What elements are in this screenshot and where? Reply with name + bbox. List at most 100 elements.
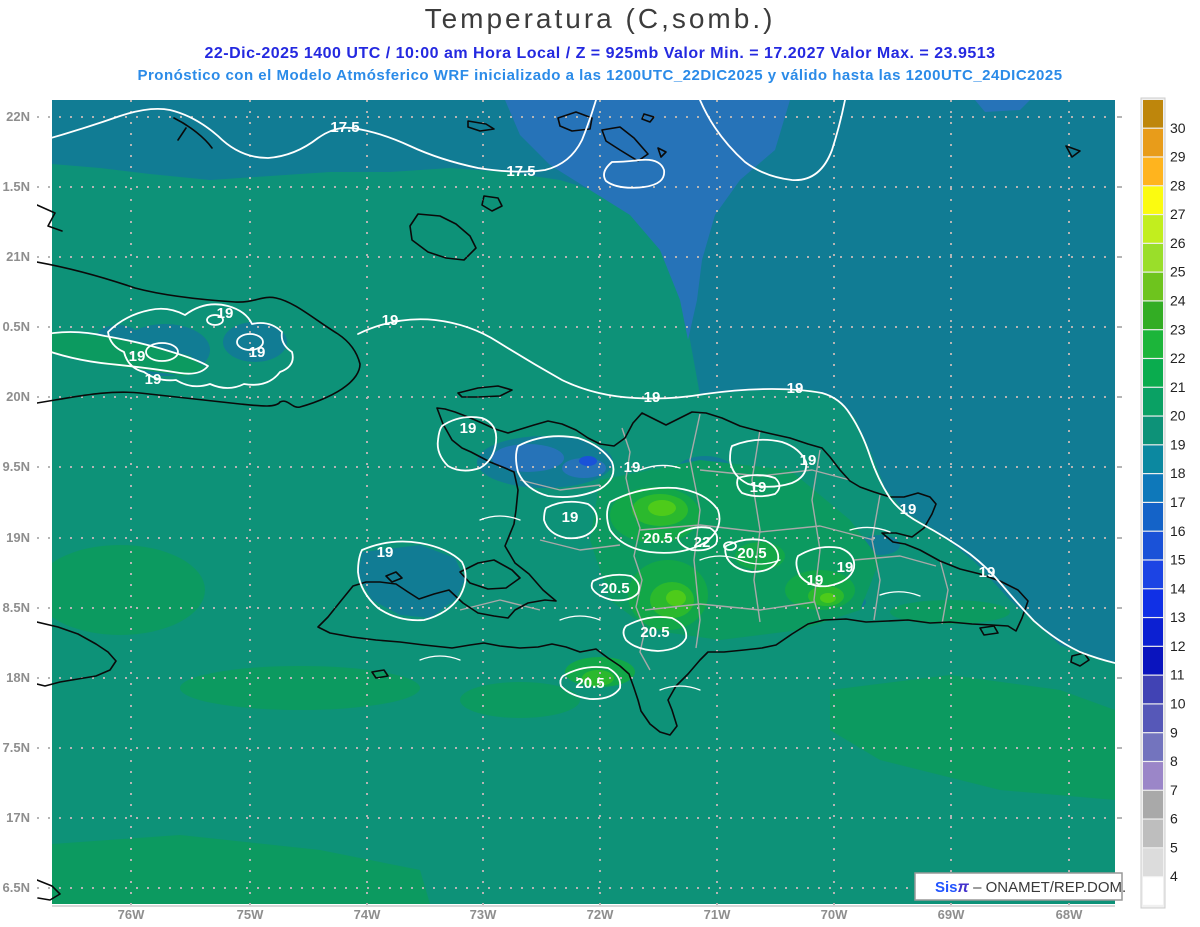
colorbar: 4567891011121314151617181920212223242526…: [1141, 98, 1186, 908]
colorbar-tick-label: 23: [1170, 321, 1186, 337]
colorbar-tick-label: 11: [1170, 667, 1185, 683]
colorbar-tick-label: 24: [1170, 293, 1186, 309]
colorbar-segment: [1143, 733, 1163, 761]
colorbar-segment: [1143, 589, 1163, 617]
lon-tick-label: 76W: [118, 907, 145, 922]
colorbar-segment: [1143, 273, 1163, 301]
colorbar-tick-label: 21: [1170, 379, 1186, 395]
contour-value-label: 19: [837, 559, 854, 576]
watermark-box: Sisπ – ONAMET/REP.DOM.: [915, 873, 1126, 900]
colorbar-tick-label: 16: [1170, 523, 1186, 539]
colorbar-segment: [1143, 532, 1163, 560]
contour-value-label: 19: [644, 389, 661, 406]
colorbar-tick-label: 14: [1170, 580, 1186, 596]
watermark-pi-icon: π: [958, 879, 970, 896]
weather-map-page: Temperatura (C,somb.) 22-Dic-2025 1400 U…: [0, 0, 1200, 927]
contour-value-label: 20.5: [600, 580, 629, 597]
colorbar-tick-label: 20: [1170, 408, 1186, 424]
colorbar-segment: [1143, 417, 1163, 445]
lon-tick-label: 75W: [237, 907, 264, 922]
watermark-brand: Sis: [935, 879, 958, 896]
colorbar-tick-label: 5: [1170, 839, 1178, 855]
contour-value-label: 19: [979, 564, 996, 581]
contour-value-label: 20.5: [737, 545, 766, 562]
contour-value-label: 20.5: [575, 675, 604, 692]
colorbar-segment: [1143, 158, 1163, 186]
colorbar-segment: [1143, 388, 1163, 416]
colorbar-segment: [1143, 215, 1163, 243]
lon-tick-label: 68W: [1056, 907, 1083, 922]
contour-value-label: 19: [562, 509, 579, 526]
svg-text:Sisπ – ONAMET/REP.DOM.: Sisπ – ONAMET/REP.DOM.: [935, 879, 1126, 896]
lat-tick-label: 18N: [6, 670, 30, 685]
lat-tick-label: 1.5N: [3, 179, 30, 194]
contour-value-label: 17.5: [330, 119, 359, 136]
lat-tick-label: 17N: [6, 810, 30, 825]
contour-value-label: 20.5: [643, 530, 672, 547]
colorbar-tick-label: 9: [1170, 724, 1178, 740]
contour-value-label: 19: [382, 312, 399, 329]
lon-tick-label: 74W: [354, 907, 381, 922]
lat-tick-label: 19N: [6, 530, 30, 545]
lat-tick-label: 6.5N: [3, 880, 30, 895]
colorbar-tick-label: 22: [1170, 350, 1186, 366]
contour-value-label: 20.5: [640, 624, 669, 641]
colorbar-tick-label: 19: [1170, 436, 1186, 452]
colorbar-tick-label: 13: [1170, 609, 1186, 625]
colorbar-segment: [1143, 618, 1163, 646]
colorbar-tick-label: 26: [1170, 235, 1186, 251]
contour-value-label: 19: [145, 371, 162, 388]
colorbar-tick-label: 30: [1170, 120, 1186, 136]
colorbar-tick-label: 15: [1170, 552, 1186, 568]
contour-value-label: 19: [217, 305, 234, 322]
lat-tick-label: 8.5N: [3, 600, 30, 615]
lat-tick-label: 0.5N: [3, 319, 30, 334]
lat-tick-label: 22N: [6, 109, 30, 124]
colorbar-segment: [1143, 848, 1163, 876]
colorbar-segment: [1143, 503, 1163, 531]
contour-value-label: 19: [129, 348, 146, 365]
contour-value-label: 19: [624, 459, 641, 476]
lon-tick-label: 69W: [938, 907, 965, 922]
contour-value-label: 19: [750, 479, 767, 496]
lon-tick-label: 70W: [821, 907, 848, 922]
colorbar-segment: [1143, 877, 1163, 905]
colorbar-tick-label: 4: [1170, 868, 1178, 884]
colorbar-segment: [1143, 244, 1163, 272]
valid-time-line: 22-Dic-2025 1400 UTC / 10:00 am Hora Loc…: [204, 45, 995, 62]
colorbar-segment: [1143, 129, 1163, 157]
colorbar-segment: [1143, 676, 1163, 704]
lon-tick-label: 71W: [704, 907, 731, 922]
contour-value-label: 19: [807, 572, 824, 589]
contour-value-label: 19: [377, 544, 394, 561]
colorbar-segment: [1143, 820, 1163, 848]
page-title: Temperatura (C,somb.): [425, 3, 776, 34]
longitude-axis: 76W 75W 74W 73W 72W 71W 70W 69W 68W: [118, 907, 1083, 922]
lat-tick-label: 21N: [6, 249, 30, 264]
lat-tick-label: 9.5N: [3, 459, 30, 474]
contour-value-label: 17.5: [506, 163, 535, 180]
colorbar-tick-label: 17: [1170, 494, 1186, 510]
colorbar-segment: [1143, 474, 1163, 502]
colorbar-segment: [1143, 762, 1163, 790]
contour-value-label: 22: [694, 534, 711, 551]
colorbar-segment: [1143, 791, 1163, 819]
contour-value-label: 19: [787, 380, 804, 397]
contour-value-label: 19: [800, 452, 817, 469]
colorbar-tick-label: 12: [1170, 638, 1186, 654]
colorbar-segment: [1143, 330, 1163, 358]
lon-tick-label: 73W: [470, 907, 497, 922]
latitude-axis: 22N1.5N21N0.5N20N9.5N19N8.5N18N7.5N17N6.…: [3, 109, 30, 895]
colorbar-segment: [1143, 705, 1163, 733]
colorbar-segment: [1143, 100, 1163, 128]
colorbar-tick-label: 6: [1170, 811, 1178, 827]
lat-tick-label: 20N: [6, 389, 30, 404]
contour-value-label: 19: [460, 420, 477, 437]
colorbar-tick-label: 27: [1170, 206, 1186, 222]
colorbar-segment: [1143, 302, 1163, 330]
colorbar-segment: [1143, 561, 1163, 589]
colorbar-tick-label: 25: [1170, 264, 1186, 280]
lon-tick-label: 72W: [587, 907, 614, 922]
colorbar-tick-label: 10: [1170, 696, 1186, 712]
colorbar-tick-label: 29: [1170, 149, 1186, 165]
